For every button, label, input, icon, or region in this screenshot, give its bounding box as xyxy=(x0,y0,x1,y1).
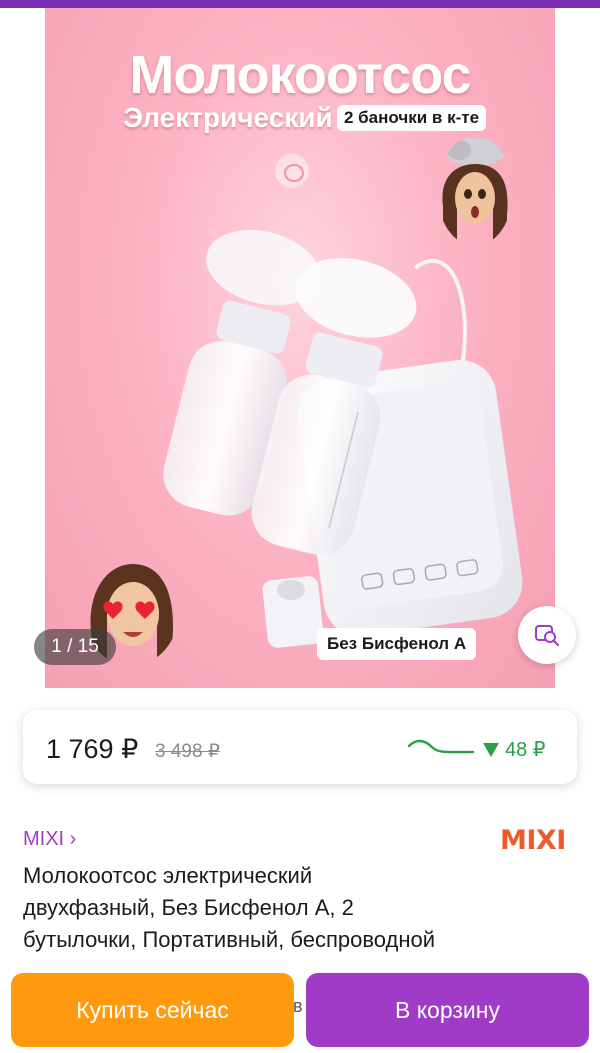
down-triangle-icon xyxy=(483,742,499,757)
current-price: 1 769 ₽ xyxy=(46,734,139,764)
surprised-girl-emoji-icon xyxy=(442,138,508,242)
product-image-gallery[interactable]: Молокоотсос Электрический 2 баночки в к-… xyxy=(45,8,555,688)
banner-title: Молокоотсос xyxy=(129,45,471,105)
price-drop: 48 ₽ xyxy=(483,737,546,762)
partial-text: в xyxy=(293,996,303,1016)
product-title: Молокоотсос электрический двухфазный, Бе… xyxy=(23,863,436,952)
visual-search-button[interactable] xyxy=(518,606,576,664)
price-trend-line-icon xyxy=(407,739,475,754)
buy-now-button[interactable]: Купить сейчас xyxy=(11,973,294,1047)
add-to-cart-button[interactable]: В корзину xyxy=(306,973,589,1047)
image-counter: 1 / 15 xyxy=(34,629,116,665)
image-search-icon xyxy=(535,625,560,647)
brand-logo[interactable]: MIXI xyxy=(500,825,566,856)
baby-face-icon xyxy=(275,154,309,188)
product-illustration xyxy=(163,229,523,648)
bpa-free-badge: Без Бисфенол А xyxy=(317,628,477,660)
banner-badge: 2 баночки в к-те xyxy=(337,105,487,131)
price-card[interactable]: 1 769 ₽ 3 498 ₽ 48 ₽ xyxy=(23,710,577,784)
price-drop-amount: 48 ₽ xyxy=(505,739,546,761)
old-price: 3 498 ₽ xyxy=(155,741,220,762)
brand-link[interactable]: MIXI › xyxy=(23,828,76,851)
top-accent-bar xyxy=(0,0,600,8)
banner-subtitle: Электрический xyxy=(123,102,333,133)
